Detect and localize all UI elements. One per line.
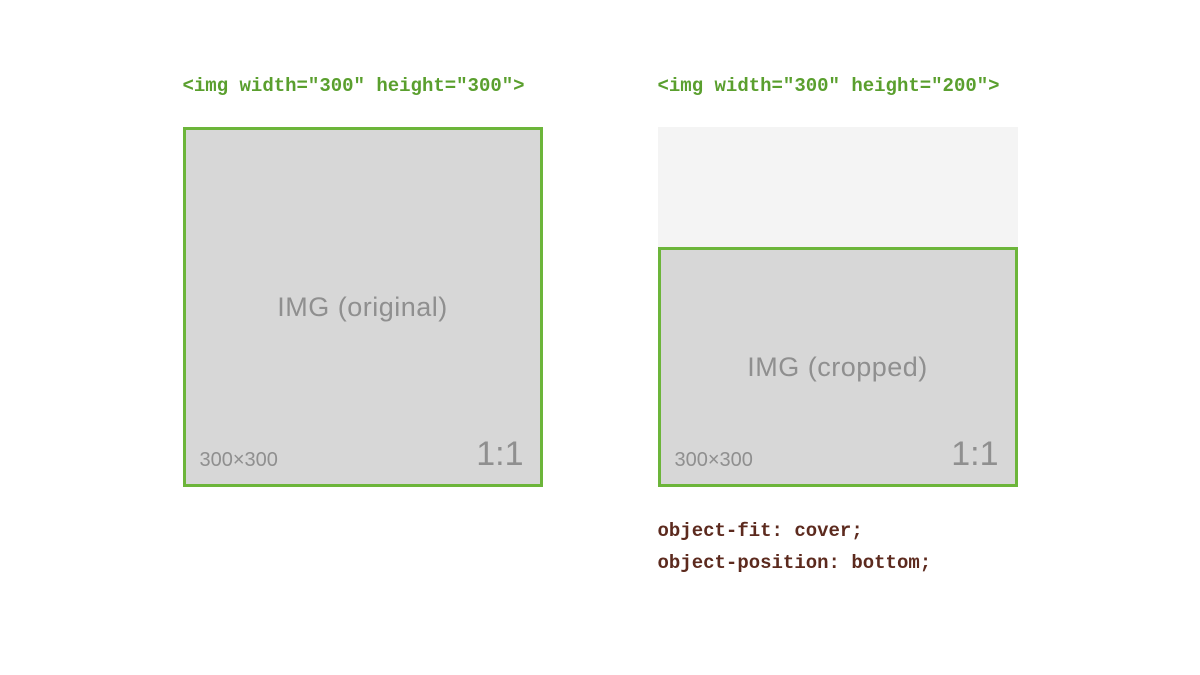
- cropped-image-box: IMG (cropped) 300×300 1:1: [658, 247, 1018, 487]
- right-code-header: <img width="300" height="200">: [658, 75, 1000, 97]
- css-properties-footer: object-fit: cover; object-position: bott…: [658, 515, 932, 580]
- original-image-label: IMG (original): [277, 292, 448, 323]
- left-column: <img width="300" height="300"> IMG (orig…: [183, 75, 543, 487]
- css-line-2: object-position: bottom;: [658, 547, 932, 579]
- cropped-image-label: IMG (cropped): [747, 352, 928, 383]
- cropped-ghost-area: [658, 127, 1018, 247]
- cropped-ratio-text: 1:1: [951, 435, 998, 474]
- cropped-size-text: 300×300: [675, 449, 753, 472]
- original-size-text: 300×300: [200, 449, 278, 472]
- original-ratio-text: 1:1: [476, 435, 523, 474]
- left-code-header: <img width="300" height="300">: [183, 75, 525, 97]
- original-image-box: IMG (original) 300×300 1:1: [183, 127, 543, 487]
- right-column: <img width="300" height="200"> IMG (crop…: [658, 75, 1018, 580]
- css-line-1: object-fit: cover;: [658, 515, 932, 547]
